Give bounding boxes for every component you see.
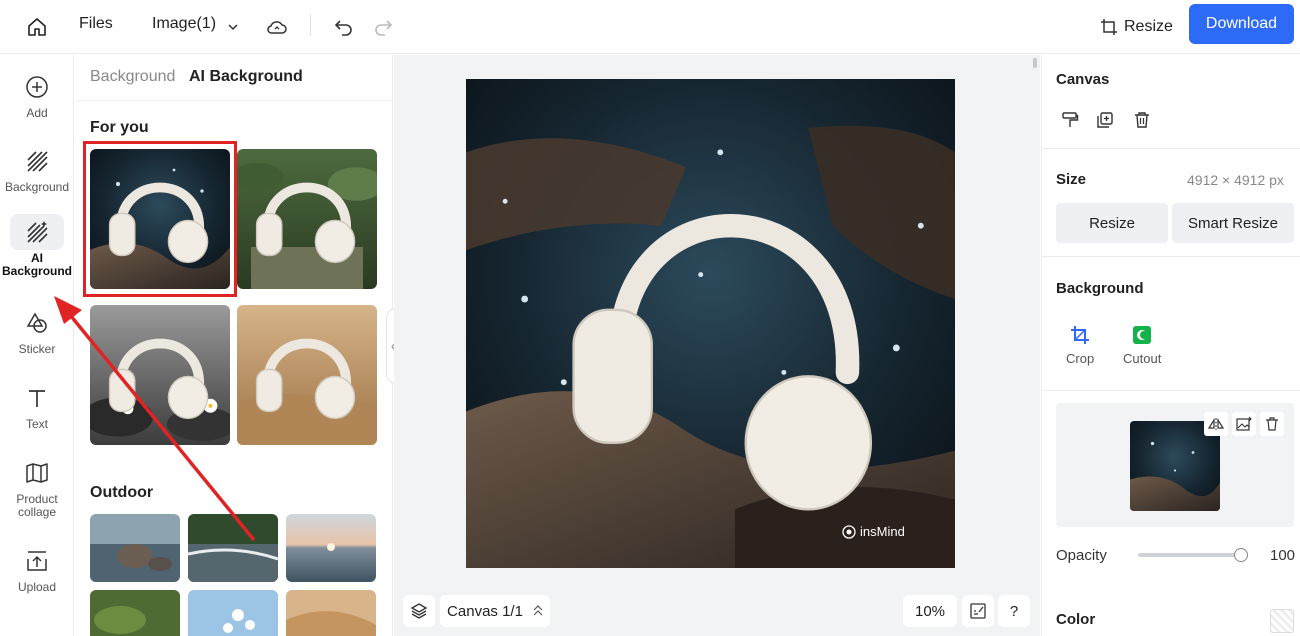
color-title: Color: [1056, 611, 1096, 628]
duplicate-icon[interactable]: [1093, 108, 1117, 132]
rail-label: Sticker: [18, 342, 56, 356]
bg-thumb-outdoor-rocks[interactable]: [90, 514, 180, 582]
replace-image-icon[interactable]: [1232, 412, 1256, 436]
bg-thumb-outdoor-moss[interactable]: [90, 590, 180, 636]
chevron-up-icon: [533, 605, 543, 616]
watermark-text: insMind: [860, 524, 905, 539]
rail-item-sticker[interactable]: Sticker: [0, 305, 74, 356]
opacity-slider-thumb[interactable]: [1234, 548, 1248, 562]
bg-thumb-jungle[interactable]: [237, 149, 377, 289]
delete-background-icon[interactable]: [1260, 412, 1284, 436]
section-title-for-you: For you: [90, 119, 149, 136]
cutout-label: Cutout: [1123, 351, 1162, 366]
tab-ai-background[interactable]: AI Background: [189, 68, 303, 86]
resize-button[interactable]: Resize: [1100, 13, 1173, 41]
size-title: Size: [1056, 171, 1087, 188]
rail-label: Text: [25, 417, 48, 431]
crop-tool[interactable]: Crop: [1066, 325, 1094, 366]
smart-resize-button[interactable]: Smart Resize: [1172, 203, 1294, 243]
cutout-tool[interactable]: Cutout: [1123, 325, 1161, 366]
divider: [1042, 390, 1300, 391]
upload-icon: [27, 551, 47, 571]
opacity-value: 100: [1270, 547, 1296, 564]
text-icon: [29, 390, 45, 407]
watermark: insMind: [842, 524, 905, 539]
bg-thumb-outdoor-flowers[interactable]: [188, 590, 278, 636]
rail-label: Background: [4, 180, 70, 194]
bg-thumb-stones-flowers[interactable]: [90, 305, 230, 445]
toolbar-divider: [310, 14, 311, 36]
rail-item-add[interactable]: Add: [0, 69, 74, 120]
color-swatch[interactable]: [1270, 609, 1294, 633]
ai-background-panel: Background AI Background For you Outdoor: [75, 55, 393, 636]
rail-item-text[interactable]: Text: [0, 380, 74, 431]
redo-icon[interactable]: [368, 12, 398, 42]
top-toolbar: Files Image(1) Resize Download: [0, 0, 1300, 54]
download-button[interactable]: Download: [1189, 4, 1294, 44]
paint-roller-icon[interactable]: [1058, 108, 1082, 132]
cutout-icon: [1133, 326, 1152, 344]
left-tool-rail: Add Background AI Background Sticker Tex…: [0, 55, 74, 636]
section-title-outdoor: Outdoor: [90, 484, 154, 501]
opacity-slider-track[interactable]: [1138, 553, 1242, 557]
rail-label: AI Background: [2, 251, 73, 278]
canvas-title: Canvas: [1056, 71, 1110, 88]
notes-button[interactable]: [962, 595, 994, 627]
crop-label: Crop: [1066, 351, 1095, 366]
rail-item-upload[interactable]: Upload: [0, 543, 74, 594]
crop-icon: [1071, 326, 1090, 344]
zoom-level[interactable]: 10%: [903, 595, 957, 627]
canvas-page-selector[interactable]: Canvas 1/1: [440, 595, 550, 627]
crop-resize-icon: [1101, 19, 1117, 35]
rail-label: Add: [26, 106, 48, 120]
divider: [1042, 148, 1300, 149]
collage-icon: [26, 463, 48, 483]
scrollbar[interactable]: [1033, 58, 1037, 68]
canvas-image[interactable]: [466, 79, 955, 568]
shapes-icon: [26, 312, 47, 333]
hatch-icon: [27, 151, 48, 172]
bg-thumb-outdoor-dunes[interactable]: [286, 590, 376, 636]
home-icon[interactable]: [22, 12, 52, 42]
bg-thumb-outdoor-river[interactable]: [188, 514, 278, 582]
ai-hatch-icon: [27, 221, 48, 243]
chevron-down-icon[interactable]: [218, 12, 248, 42]
undo-icon[interactable]: [329, 12, 359, 42]
resize-canvas-button[interactable]: Resize: [1056, 203, 1168, 243]
plus-circle-icon: [26, 76, 48, 98]
help-button[interactable]: ?: [998, 595, 1030, 627]
resize-label: Resize: [1124, 18, 1173, 35]
bg-thumb-outdoor-sunset[interactable]: [286, 514, 376, 582]
rail-label: Product collage: [16, 492, 58, 519]
trash-icon[interactable]: [1130, 108, 1154, 132]
rail-item-background[interactable]: Background: [0, 143, 74, 194]
divider: [1042, 256, 1300, 257]
files-menu[interactable]: Files: [79, 15, 113, 33]
rail-item-ai-background[interactable]: AI Background: [0, 214, 74, 278]
canvas-page-label: Canvas 1/1: [447, 602, 523, 620]
flip-icon[interactable]: [1204, 412, 1228, 436]
cloud-sync-icon[interactable]: [262, 12, 292, 42]
background-title: Background: [1056, 280, 1144, 297]
tab-background[interactable]: Background: [90, 68, 175, 86]
bg-thumb-sand[interactable]: [237, 305, 377, 445]
bg-thumb-water[interactable]: [90, 149, 230, 289]
layers-icon: [410, 603, 428, 619]
file-name[interactable]: Image(1): [152, 15, 216, 33]
properties-panel: Canvas Size 4912 × 4912 px Resize Smart …: [1041, 55, 1300, 636]
rail-item-product-collage[interactable]: Product collage: [0, 455, 74, 519]
insmind-logo-icon: [842, 524, 856, 539]
size-value: 4912 × 4912 px: [1187, 172, 1284, 188]
rail-label: Upload: [17, 580, 57, 594]
layers-button[interactable]: [403, 595, 435, 627]
opacity-label: Opacity: [1056, 547, 1107, 564]
edit-notes-icon: [970, 603, 986, 619]
panel-tabs: Background AI Background: [75, 55, 392, 101]
